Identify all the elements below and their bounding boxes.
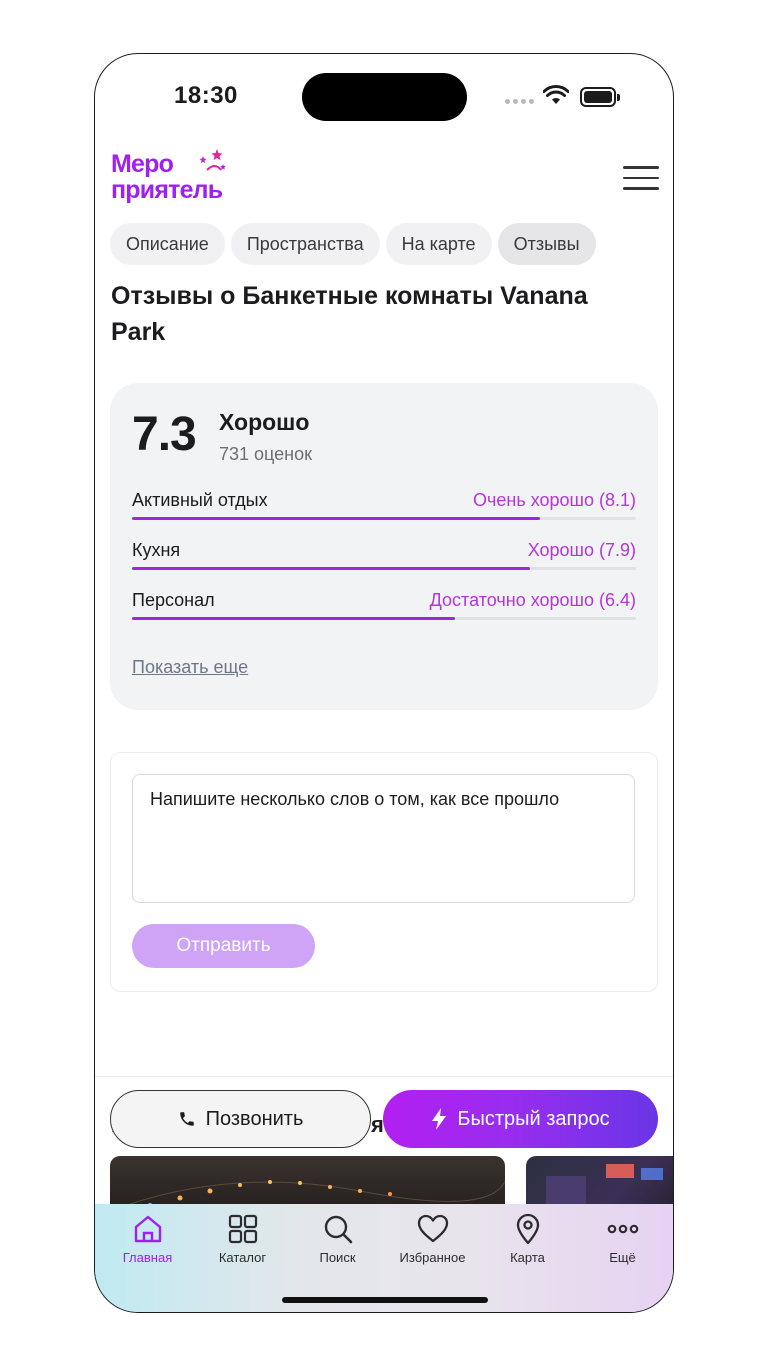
rating-count: 731 оценок [219, 444, 312, 464]
wifi-icon [543, 85, 569, 104]
nav-item-home[interactable]: Главная [100, 1212, 195, 1312]
criterion-row: Активный отдых Очень хорошо (8.1) [132, 490, 636, 526]
criterion-value: Достаточно хорошо (6.4) [429, 590, 636, 610]
nav-label: Главная [122, 1250, 173, 1265]
criterion-bar [132, 567, 636, 570]
criterion-row: Персонал Достаточно хорошо (6.4) [132, 590, 636, 626]
signal-icon [505, 99, 534, 104]
section-heading-peek: я [371, 1112, 384, 1137]
divider [95, 1076, 673, 1077]
dynamic-island [302, 73, 467, 121]
phone-icon [179, 1112, 194, 1126]
rating-score: 7.3 [132, 408, 197, 461]
more-icon [607, 1224, 638, 1234]
grid-icon [228, 1214, 257, 1244]
section-tabs: Описание Пространства На карте Отзывы [110, 223, 596, 265]
map-pin-icon [516, 1213, 539, 1245]
tab-reviews[interactable]: Отзывы [497, 223, 596, 265]
criterion-bar [132, 617, 636, 620]
criterion-bar [132, 517, 636, 520]
nav-label: Избранное [399, 1250, 466, 1265]
sparkles-icon [199, 149, 226, 171]
search-icon [324, 1215, 352, 1244]
call-button[interactable]: Позвонить [110, 1090, 371, 1148]
call-button-label: Позвонить [205, 1107, 304, 1130]
quick-request-label: Быстрый запрос [457, 1107, 610, 1130]
nav-label: Ещё [609, 1250, 636, 1265]
status-time: 18:30 [174, 82, 238, 109]
menu-button[interactable] [623, 166, 659, 192]
logo[interactable]: Меро приятель [111, 149, 241, 210]
nav-item-more[interactable]: Ещё [575, 1212, 670, 1312]
heart-icon [417, 1214, 448, 1243]
submit-review-button[interactable]: Отправить [132, 924, 315, 968]
nav-label: Поиск [319, 1250, 356, 1265]
home-indicator [282, 1297, 488, 1303]
criterion-value: Хорошо (7.9) [527, 540, 636, 560]
criterion-row: Кухня Хорошо (7.9) [132, 540, 636, 576]
show-more-link[interactable]: Показать еще [132, 657, 248, 678]
nav-label: Карта [510, 1250, 545, 1265]
quick-request-button[interactable]: Быстрый запрос [383, 1090, 658, 1148]
criterion-value: Очень хорошо (8.1) [472, 490, 636, 510]
review-form: Отправить [110, 752, 658, 992]
criterion-name: Персонал [132, 590, 215, 610]
review-textarea[interactable] [132, 774, 635, 903]
rating-label: Хорошо [219, 409, 310, 435]
lightning-icon [432, 1108, 447, 1130]
criterion-name: Кухня [132, 540, 181, 560]
nav-item-catalog[interactable]: Каталог [195, 1212, 290, 1312]
criterion-name: Активный отдых [132, 490, 268, 510]
nav-item-map[interactable]: Карта [480, 1212, 575, 1312]
logo-line-2: приятель [111, 176, 223, 204]
home-icon [134, 1215, 161, 1243]
tab-description[interactable]: Описание [110, 223, 225, 265]
tab-map[interactable]: На карте [385, 223, 492, 265]
battery-icon [580, 87, 620, 107]
nav-label: Каталог [218, 1250, 267, 1265]
tab-spaces[interactable]: Пространства [230, 223, 380, 265]
rating-card: 7.3 Хорошо 731 оценок Активный отдых Оче… [110, 383, 658, 710]
phone-frame: 18:30 Меро приятель Описание Пространств… [94, 53, 674, 1313]
logo-line-1: Меро [111, 150, 174, 178]
page-title: Отзывы о Банкетные комнаты Vanana Park [111, 282, 588, 346]
hamburger-icon [623, 166, 659, 169]
